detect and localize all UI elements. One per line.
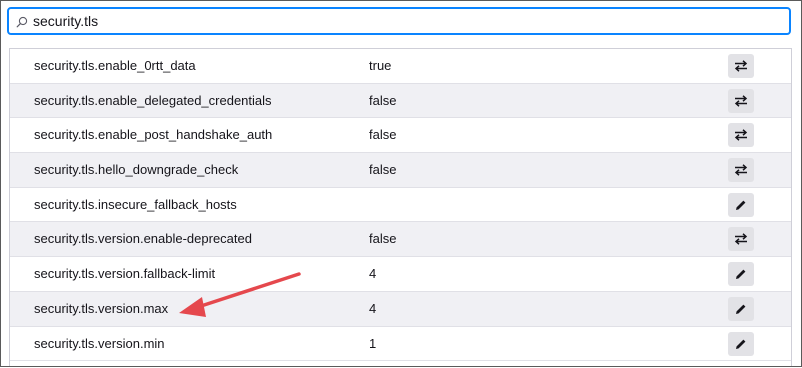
pref-value: false [369,162,397,178]
toggle-icon [734,94,748,107]
edit-button[interactable] [728,192,754,217]
edit-button[interactable] [728,331,754,356]
toggle-icon [734,233,748,246]
pref-name: security.tls.enable_0rtt_data [34,58,196,73]
toggle-button[interactable] [728,123,754,148]
pref-value: 1 [369,335,377,351]
pref-row: security.tls.version.fallback-limit 4 [10,257,791,292]
pref-value: true [369,58,392,73]
preferences-table: security.tls.enable_0rtt_data true secur… [9,48,792,366]
pref-row: security.tls.enable_post_handshake_auth … [10,118,791,154]
pref-name: security.tls.enable_post_handshake_auth [34,127,273,143]
pref-row: security.tls.insecure_fallback_hosts [10,188,791,223]
pref-row: security.tls.version.enable-deprecated f… [10,222,791,258]
pref-name: security.tls.insecure_fallback_hosts [34,196,237,212]
toggle-icon [734,164,748,176]
about-config-page: security.tls.enable_0rtt_data true secur… [0,0,802,367]
pref-name: security.tls.hello_downgrade_check [34,162,239,178]
edit-icon [736,200,746,210]
pref-value: 4 [369,300,377,316]
search-input[interactable] [33,9,773,33]
search-field[interactable] [7,7,791,35]
pref-row: security.tls.version.max 4 [10,291,791,327]
pref-value: false [369,127,397,143]
pref-name: security.tls.version.min [34,335,165,351]
toggle-icon [734,60,748,72]
pref-name: security.tls.version.fallback-limit [34,266,216,282]
pref-value: false [369,92,397,108]
edit-button[interactable] [728,296,754,321]
pref-name: security.tls.version.enable-deprecated [34,231,252,247]
pref-row: security.tls.version.min 1 [10,327,791,362]
pref-name: security.tls.version.max [34,300,169,316]
pref-row: security.tls.enable_delegated_credential… [10,83,791,119]
edit-icon [736,304,746,314]
toggle-button[interactable] [728,227,754,252]
toggle-button[interactable] [728,88,754,113]
toggle-button[interactable] [728,54,754,78]
pref-row: security.tls.enable_0rtt_data true [10,49,791,84]
pref-value: false [369,231,397,247]
pref-value: 4 [369,266,377,282]
edit-icon [736,269,746,280]
pref-name: security.tls.enable_delegated_credential… [34,92,272,108]
edit-button[interactable] [728,262,754,287]
search-icon [16,16,28,28]
edit-icon [736,339,746,349]
toggle-icon [734,129,748,142]
toggle-button[interactable] [728,158,754,183]
pref-row: security.tls.hello_downgrade_check false [10,153,791,188]
